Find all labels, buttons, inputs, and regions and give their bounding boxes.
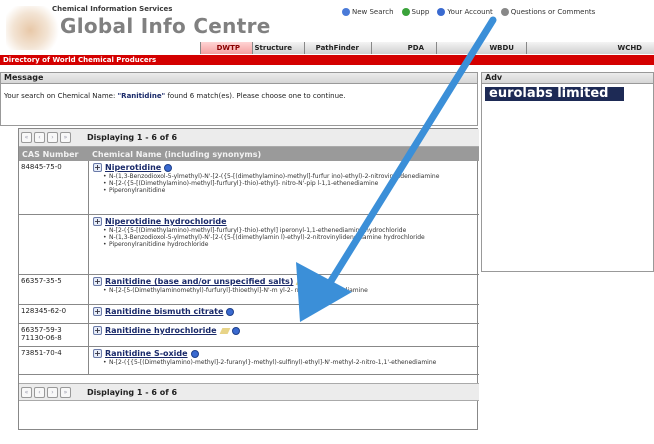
tab-structure[interactable]: Structure: [252, 42, 304, 54]
prev-page-button[interactable]: ‹: [34, 386, 45, 398]
message-panel: Message Your search on Chemical Name: "R…: [0, 72, 478, 126]
synonym: Piperonylranitidine: [103, 187, 475, 194]
chemical-name-link[interactable]: Niperotidine hydrochloride: [105, 217, 227, 226]
next-page-button[interactable]: ›: [47, 132, 58, 143]
chemical-name-link[interactable]: Niperotidine: [105, 163, 161, 172]
support-link[interactable]: Supp: [401, 8, 429, 16]
chemical-name-link[interactable]: Ranitidine (base and/or unspecified salt…: [105, 277, 293, 286]
chemical-name-link[interactable]: Ranitidine hydrochloride: [105, 326, 217, 335]
question-icon: [500, 8, 509, 16]
pagination-bottom: « ‹ › » Displaying 1 - 6 of 6: [19, 383, 479, 401]
table-row: + Niperotidine hydrochloride N-[2-({5-[(…: [19, 215, 479, 275]
globe-icon: [401, 8, 410, 16]
message-panel-title: Message: [1, 73, 477, 84]
account-icon: [437, 8, 446, 16]
questions-link[interactable]: Questions or Comments: [500, 8, 595, 16]
expand-icon[interactable]: +: [93, 307, 102, 316]
synonym: Piperonylranitidine hydrochloride: [103, 241, 475, 248]
cas-number: 66357-35-5: [19, 275, 89, 304]
first-page-button[interactable]: «: [21, 386, 32, 398]
synonym-list: N-[2-[5-(Dimethylaminomethyl)-furfuryl]-…: [103, 287, 475, 294]
top-links: New Search Supp Your Account Questions o…: [342, 8, 595, 16]
display-count: Displaying 1 - 6 of 6: [87, 387, 178, 397]
synonym: N-[2-[5-(Dimethylaminomethyl)-furfuryl]-…: [103, 287, 475, 294]
table-row: 84845-75-0 + Niperotidine N-(1,3-Benzodi…: [19, 161, 479, 215]
table-row: 128345-62-0 + Ranitidine bismuth citrate: [19, 305, 479, 324]
cas-number: 66357-59-3 71130-06-8: [19, 324, 89, 346]
advertisement-banner[interactable]: eurolabs limited: [485, 87, 624, 101]
first-page-button[interactable]: «: [21, 132, 32, 143]
tab-dwtp[interactable]: DWTP: [200, 42, 252, 54]
advertisement-panel: Adv eurolabs limited: [481, 72, 654, 272]
cas-number: 128345-62-0: [19, 305, 89, 323]
advertisement-panel-title: Adv: [482, 73, 653, 84]
expand-icon[interactable]: +: [93, 163, 102, 172]
prev-page-button[interactable]: ‹: [34, 132, 45, 143]
column-cas: CAS Number: [22, 149, 79, 159]
synonym-list: N-(1,3-Benzodioxol-5-ylmethyl)-N'-[2-({5…: [103, 173, 475, 194]
display-count: Displaying 1 - 6 of 6: [87, 133, 178, 142]
expand-icon[interactable]: +: [93, 326, 102, 335]
table-row: 73851-70-4 + Ranitidine S-oxide N-[2-({{…: [19, 347, 479, 375]
synonym: N-[2-({5-[(Dimethylamino)-methyl]-furfur…: [103, 227, 475, 234]
synonym-list: N-[2-({{5-[(Dimethylamino)-methyl]-2-fur…: [103, 359, 475, 366]
pencil-icon[interactable]: [219, 327, 230, 334]
magnifier-icon: [342, 8, 350, 16]
expand-icon[interactable]: +: [93, 349, 102, 358]
chemical-name-link[interactable]: Ranitidine bismuth citrate: [105, 307, 223, 316]
table-row: 66357-35-5 + Ranitidine (base and/or uns…: [19, 275, 479, 305]
tab-wchd[interactable]: WCHD: [526, 42, 654, 54]
info-icon[interactable]: [190, 349, 199, 358]
synonym-list: N-[2-({5-[(Dimethylamino)-methyl]-furfur…: [103, 227, 475, 248]
synonym: N-(1,3-Benzodioxol-5-ylmethyl)-N'-[2-({5…: [103, 173, 475, 180]
next-page-button[interactable]: ›: [47, 386, 58, 398]
expand-icon[interactable]: +: [93, 217, 102, 226]
results-table: « ‹ › » Displaying 1 - 6 of 6 CAS Number…: [18, 128, 479, 430]
cas-number: 84845-75-0: [19, 161, 89, 214]
table-header: CAS Number Chemical Name (including syno…: [19, 147, 479, 161]
new-search-link[interactable]: New Search: [342, 8, 394, 16]
product-tabs: DWTP Structure PathFinder PDA WBDU WCHD: [200, 42, 654, 54]
expand-icon[interactable]: +: [93, 277, 102, 286]
pencil-icon[interactable]: [296, 278, 307, 285]
cas-number: [19, 215, 89, 274]
info-icon[interactable]: [164, 163, 173, 172]
tab-wbdu[interactable]: WBDU: [436, 42, 526, 54]
info-icon[interactable]: [231, 326, 240, 335]
header: Chemical Information Services Global Inf…: [0, 0, 654, 54]
synonym: N-(1,3-Benzodioxol-5-ylmethyl)-N'-[2-({5…: [103, 234, 475, 241]
logo-title[interactable]: Global Info Centre: [60, 14, 271, 38]
synonym: N-[2-({5-[(Dimethylamino)-methyl]-furfur…: [103, 180, 475, 187]
message-text: Your search on Chemical Name: "Ranitidin…: [4, 92, 346, 100]
section-title: Directory of World Chemical Producers: [0, 56, 160, 64]
your-account-link[interactable]: Your Account: [437, 8, 493, 16]
logo-subtitle: Chemical Information Services: [52, 5, 173, 13]
table-row: 66357-59-3 71130-06-8 + Ranitidine hydro…: [19, 324, 479, 347]
synonym: N-[2-({{5-[(Dimethylamino)-methyl]-2-fur…: [103, 359, 475, 366]
search-query: "Ranitidine": [117, 92, 166, 100]
info-icon[interactable]: [226, 307, 235, 316]
tab-pathfinder[interactable]: PathFinder: [304, 42, 371, 54]
pagination-top: « ‹ › » Displaying 1 - 6 of 6: [19, 129, 479, 147]
column-name: Chemical Name (including synonyms): [92, 149, 262, 159]
cas-number: 73851-70-4: [19, 347, 89, 374]
last-page-button[interactable]: »: [60, 132, 71, 143]
tab-pda[interactable]: PDA: [371, 42, 436, 54]
info-icon[interactable]: [308, 277, 317, 286]
last-page-button[interactable]: »: [60, 386, 71, 398]
chemical-name-link[interactable]: Ranitidine S-oxide: [105, 349, 188, 358]
